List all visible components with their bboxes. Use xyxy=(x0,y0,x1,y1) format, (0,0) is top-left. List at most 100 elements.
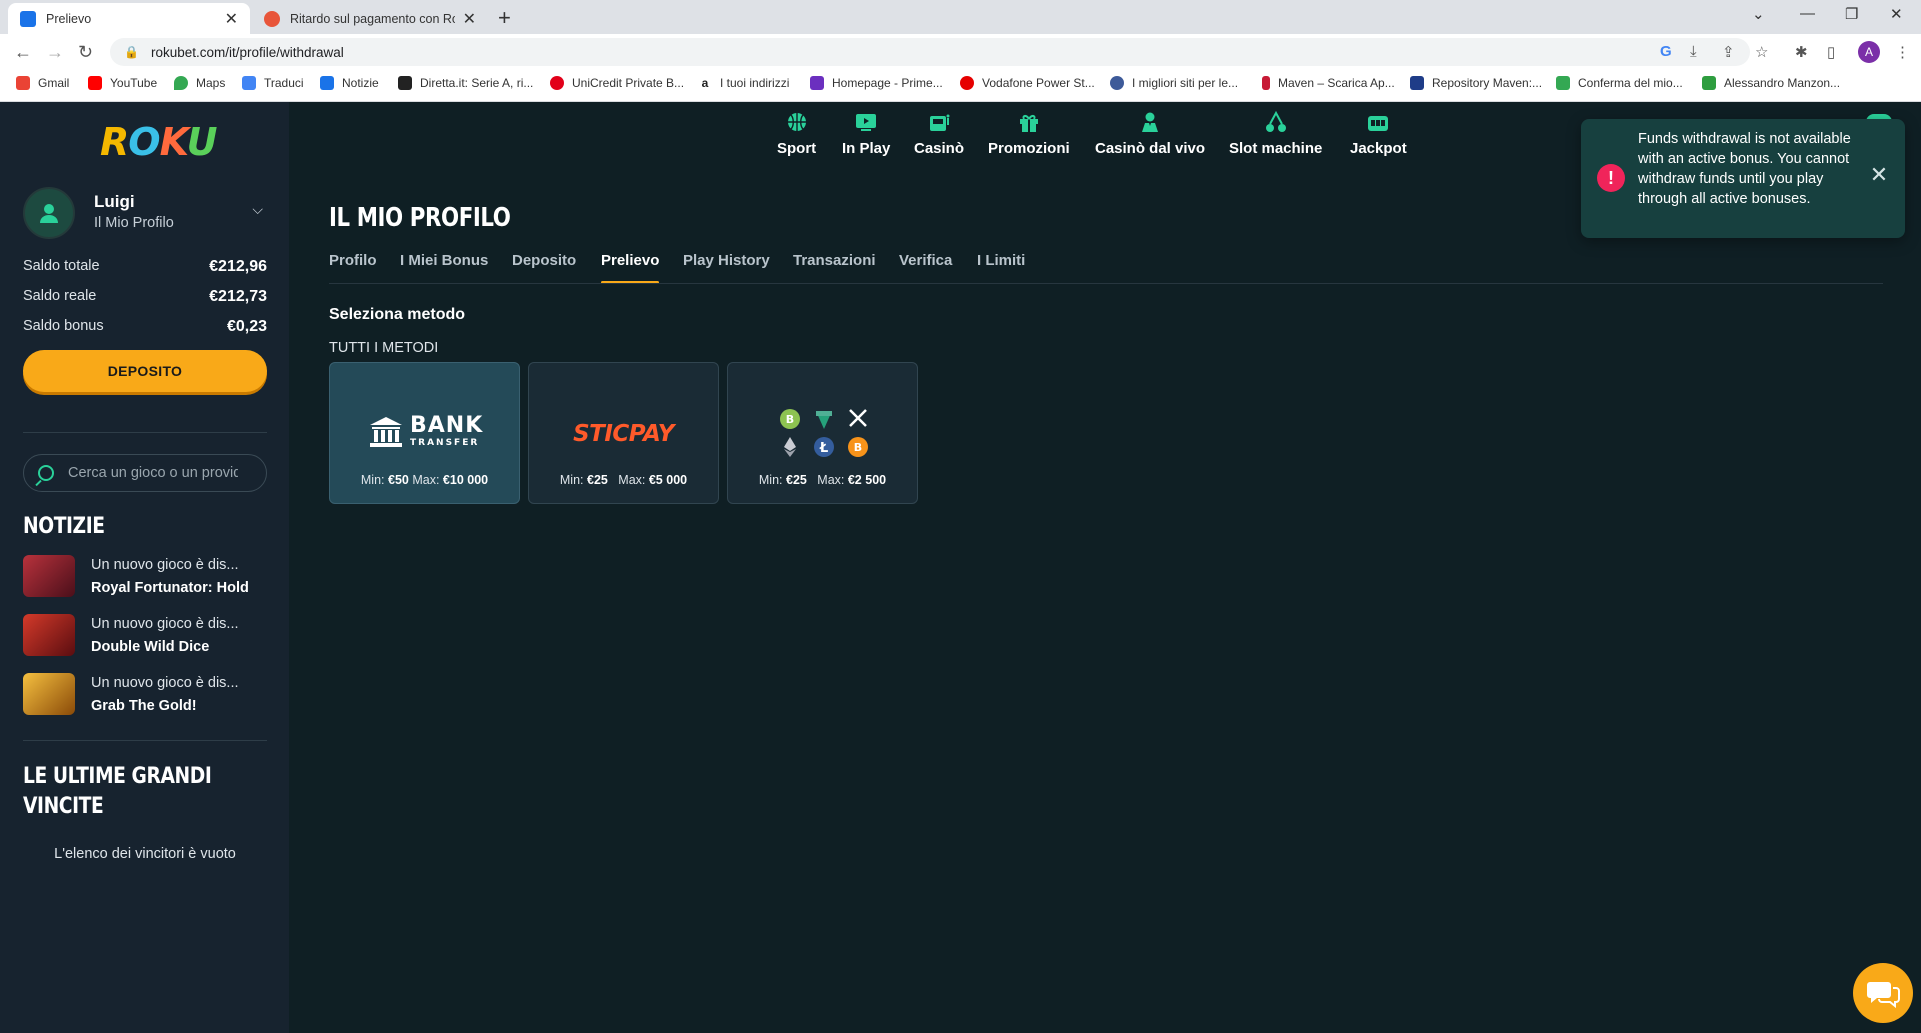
gift-icon xyxy=(1019,115,1038,132)
tab-i-limiti[interactable]: I Limiti xyxy=(977,252,1025,284)
user-name: Luigi xyxy=(94,192,135,211)
tab-transazioni[interactable]: Transazioni xyxy=(793,252,876,284)
search-icon xyxy=(38,465,54,481)
nav-in-play[interactable]: In Play xyxy=(842,110,890,157)
google-icon[interactable]: G xyxy=(1660,43,1672,60)
tab-deposito[interactable]: Deposito xyxy=(512,252,576,284)
user-profile-menu[interactable]: Luigi Il Mio Profilo ⌵ xyxy=(23,187,267,239)
nav-sport[interactable]: Sport xyxy=(777,110,816,157)
url-text: rokubet.com/it/profile/withdrawal xyxy=(150,44,344,60)
cherries-icon xyxy=(1265,110,1286,132)
tab-prelievo[interactable]: Prelievo xyxy=(601,252,660,284)
bookmark-traduci[interactable]: Traduci xyxy=(242,76,304,90)
bookmark-conferma[interactable]: Conferma del mio... xyxy=(1556,76,1683,90)
close-tab-icon[interactable]: ✕ xyxy=(225,9,238,29)
tabs-divider xyxy=(329,283,1883,284)
method-limits: Min: €25 Max: €5 000 xyxy=(559,473,688,487)
chevron-down-icon[interactable]: ⌵ xyxy=(252,201,263,218)
bookmark-gmail[interactable]: Gmail xyxy=(16,76,69,90)
tab-profilo[interactable]: Profilo xyxy=(329,252,377,284)
bookmark-maps[interactable]: Maps xyxy=(174,76,225,90)
game-search[interactable] xyxy=(23,454,267,492)
news-icon xyxy=(320,76,334,90)
close-icon[interactable]: ✕ xyxy=(1867,163,1891,187)
bookmark-vodafone[interactable]: Vodafone Power St... xyxy=(960,76,1095,90)
gmail-icon xyxy=(16,76,30,90)
deposit-button[interactable]: DEPOSITO xyxy=(23,350,267,392)
news-item[interactable]: Un nuovo gioco è dis... Royal Fortunator… xyxy=(23,555,267,599)
double-wild-dice-thumbnail xyxy=(23,614,75,656)
royal-fortunator-thumbnail xyxy=(23,555,75,597)
tab-search-chevron-icon[interactable]: ⌄ xyxy=(1752,5,1765,23)
share-icon[interactable]: ⇪ xyxy=(1722,43,1735,61)
minimize-icon[interactable]: — xyxy=(1800,5,1815,22)
jackpot-icon xyxy=(1368,116,1389,131)
bookmark-prime[interactable]: Homepage - Prime... xyxy=(810,76,943,90)
browser-tab-ritardo[interactable]: Ritardo sul pagamento con Roku ✕ xyxy=(252,3,488,34)
user-avatar-icon xyxy=(23,187,75,239)
vodafone-icon xyxy=(960,76,974,90)
back-arrow-icon[interactable]: ← xyxy=(14,42,32,63)
bookmark-indirizzi[interactable]: aI tuoi indirizzi xyxy=(698,76,789,90)
chat-bubbles-icon xyxy=(1867,982,1900,1008)
play-screen-icon xyxy=(856,114,877,131)
method-limits: Min: €50 Max: €10 000 xyxy=(360,473,489,487)
tab-play-history[interactable]: Play History xyxy=(683,252,770,284)
bookmark-unicredit[interactable]: UniCredit Private B... xyxy=(550,76,684,90)
reload-icon[interactable]: ↻ xyxy=(78,42,93,63)
bookmark-repository-maven[interactable]: Repository Maven:... xyxy=(1410,76,1542,90)
bookmark-diretta[interactable]: Diretta.it: Serie A, ri... xyxy=(398,76,533,90)
address-bar-row: ← → ↻ 🔒 rokubet.com/it/profile/withdrawa… xyxy=(0,34,1921,70)
live-chat-button[interactable] xyxy=(1853,963,1913,1023)
news-item[interactable]: Un nuovo gioco è dis... Double Wild Dice xyxy=(23,614,267,658)
nav-promozioni[interactable]: Promozioni xyxy=(988,110,1070,157)
bookmark-migliori-siti[interactable]: I migliori siti per le... xyxy=(1110,76,1238,90)
bookmark-maven[interactable]: Maven – Scarica Ap... xyxy=(1262,76,1395,90)
nav-slot-machine[interactable]: Slot machine xyxy=(1229,110,1322,157)
news-item[interactable]: Un nuovo gioco è dis... Grab The Gold! xyxy=(23,673,267,717)
divider xyxy=(23,740,267,741)
url-bar[interactable]: 🔒 rokubet.com/it/profile/withdrawal xyxy=(110,38,1750,66)
balance-total: Saldo totale €212,96 xyxy=(23,258,267,275)
bank-transfer-logo: BANK TRANSFER xyxy=(368,415,483,448)
globe-icon xyxy=(1110,76,1124,90)
close-tab-icon[interactable]: ✕ xyxy=(463,9,476,29)
browser-tab-prelievo[interactable]: Prelievo ✕ xyxy=(8,3,250,34)
unicredit-icon xyxy=(550,76,564,90)
profile-avatar[interactable]: A xyxy=(1858,41,1880,63)
nav-casino-dal-vivo[interactable]: Casinò dal vivo xyxy=(1095,110,1205,157)
dollar-icon xyxy=(1702,76,1716,90)
nav-jackpot[interactable]: Jackpot xyxy=(1350,110,1407,157)
install-app-icon[interactable]: ⤓ xyxy=(1690,43,1697,60)
restore-icon[interactable]: ❐ xyxy=(1845,5,1858,23)
bookmark-star-icon[interactable]: ☆ xyxy=(1755,43,1768,61)
favicon-icon xyxy=(264,10,280,27)
window-close-icon[interactable]: ✕ xyxy=(1890,5,1903,23)
side-panel-icon[interactable]: ▯ xyxy=(1827,43,1835,61)
extensions-puzzle-icon[interactable]: ✱ xyxy=(1795,43,1808,61)
bookmark-alessandro[interactable]: Alessandro Manzon... xyxy=(1702,76,1840,90)
grab-the-gold-thumbnail xyxy=(23,673,75,715)
tab-i-miei-bonus[interactable]: I Miei Bonus xyxy=(400,252,488,284)
roku-logo[interactable]: ROKU xyxy=(100,120,218,164)
method-crypto[interactable]: B Ł B Min: €25 Max: €2 500 xyxy=(727,362,918,504)
method-limits: Min: €25 Max: €2 500 xyxy=(758,473,887,487)
tab-verifica[interactable]: Verifica xyxy=(899,252,952,284)
sidebar: ROKU Luigi Il Mio Profilo ⌵ Saldo totale… xyxy=(0,102,289,1033)
error-toast: ! Funds withdrawal is not available with… xyxy=(1581,119,1905,238)
bookmark-youtube[interactable]: YouTube xyxy=(88,76,157,90)
toast-message: Funds withdrawal is not available with a… xyxy=(1638,131,1851,207)
nav-casino[interactable]: Casinò xyxy=(914,110,964,157)
method-bank-transfer[interactable]: BANK TRANSFER Min: €50 Max: €10 000 xyxy=(329,362,520,504)
tab-title: Prelievo xyxy=(46,11,92,26)
bookmark-notizie[interactable]: Notizie xyxy=(320,76,379,90)
forward-arrow-icon[interactable]: → xyxy=(46,42,64,63)
dealer-icon xyxy=(1142,112,1159,132)
bank-building-icon xyxy=(370,416,402,447)
slot-robot-icon xyxy=(930,114,950,131)
browser-menu-icon[interactable]: ⋮ xyxy=(1895,43,1910,61)
method-sticpay[interactable]: STICPAY Min: €25 Max: €5 000 xyxy=(528,362,719,504)
new-tab-plus-icon[interactable]: + xyxy=(498,5,511,31)
youtube-icon xyxy=(88,76,102,90)
search-input[interactable] xyxy=(68,465,238,481)
